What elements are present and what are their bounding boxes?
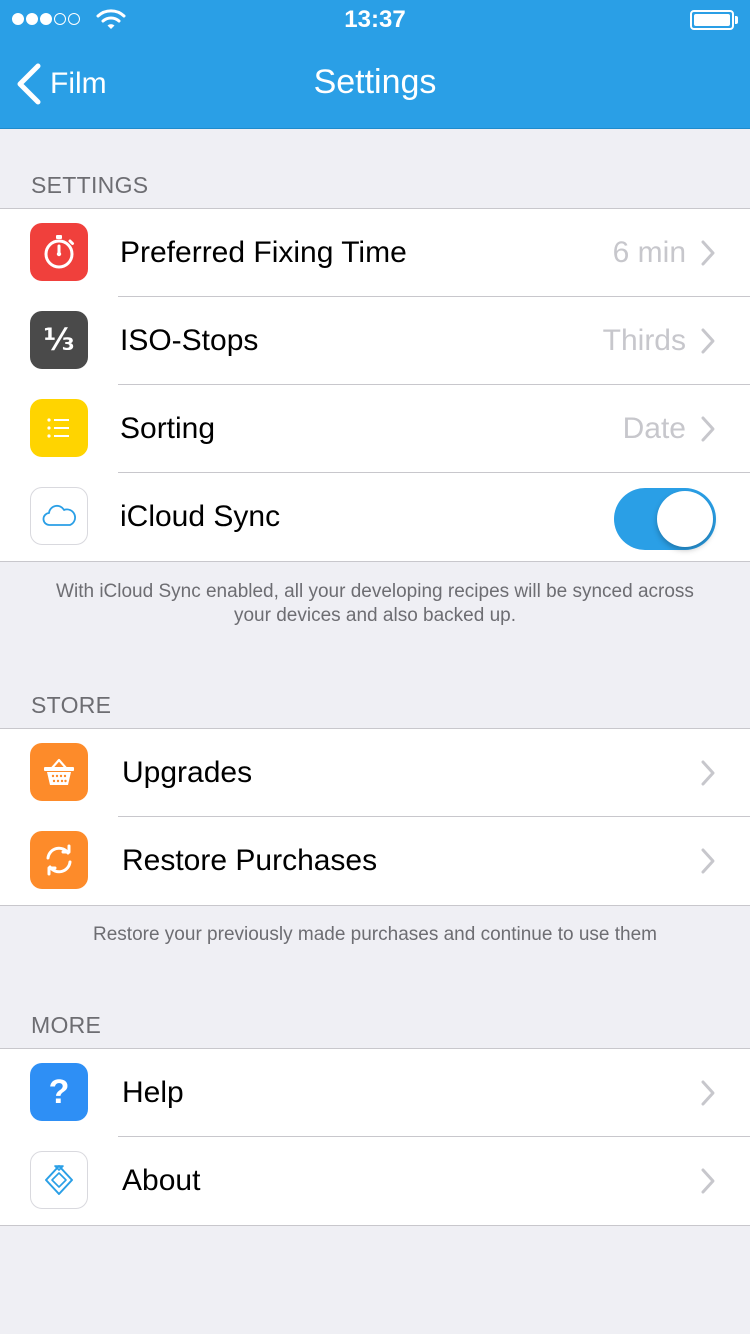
chevron-right-icon [701, 328, 715, 354]
chevron-right-icon [701, 1168, 715, 1194]
chevron-right-icon [701, 240, 715, 266]
chevron-right-icon [701, 760, 715, 786]
store-footer: Restore your previously made purchases a… [93, 924, 657, 945]
battery-icon [690, 10, 738, 30]
row-preferred-fixing-time[interactable]: Preferred Fixing Time 6 min [0, 209, 750, 297]
section-header-settings: SETTINGS [31, 172, 149, 198]
row-icloud-sync: iCloud Sync [0, 473, 750, 561]
section-header-more: MORE [31, 1012, 102, 1038]
row-iso-stops[interactable]: ⅓ ISO-Stops Thirds [0, 297, 750, 385]
section-header-store: STORE [31, 692, 112, 718]
row-help[interactable]: ? Help [0, 1049, 750, 1137]
question-icon: ? [30, 1063, 88, 1121]
cloud-icon [30, 487, 88, 545]
row-restore-purchases[interactable]: Restore Purchases [0, 817, 750, 905]
toggle-knob [657, 491, 713, 547]
app-logo-icon [30, 1151, 88, 1209]
refresh-icon [30, 831, 88, 889]
row-value: Thirds [602, 324, 686, 357]
status-time: 13:37 [344, 6, 406, 33]
navigation-bar: 13:37 Film Settings [0, 0, 750, 129]
basket-icon [30, 743, 88, 801]
row-upgrades[interactable]: Upgrades [0, 729, 750, 817]
chevron-right-icon [701, 416, 715, 442]
chevron-right-icon [701, 848, 715, 874]
row-label: Help [122, 1076, 184, 1109]
row-label: Preferred Fixing Time [120, 236, 407, 269]
row-about[interactable]: About [0, 1137, 750, 1225]
icloud-sync-footer: With iCloud Sync enabled, all your devel… [56, 581, 694, 626]
row-value: 6 min [612, 236, 686, 269]
row-label: Upgrades [122, 756, 253, 789]
stopwatch-icon [30, 223, 88, 281]
row-label: About [122, 1164, 201, 1197]
row-value: Date [622, 412, 686, 445]
more-group: ? Help About [0, 1048, 750, 1226]
page-title: Settings [313, 63, 437, 101]
list-icon [30, 399, 88, 457]
row-label: Sorting [120, 412, 216, 445]
store-group: Upgrades Restore Purchases [0, 728, 750, 906]
icloud-sync-toggle[interactable] [614, 488, 716, 550]
row-sorting[interactable]: Sorting Date [0, 385, 750, 473]
chevron-right-icon [701, 1080, 715, 1106]
row-label: Restore Purchases [122, 844, 378, 877]
row-label: iCloud Sync [120, 500, 281, 533]
settings-group: Preferred Fixing Time 6 min ⅓ ISO-Stops … [0, 208, 750, 562]
status-bar: 13:37 [0, 0, 750, 40]
row-label: ISO-Stops [120, 324, 259, 357]
one-third-icon: ⅓ [30, 311, 88, 369]
